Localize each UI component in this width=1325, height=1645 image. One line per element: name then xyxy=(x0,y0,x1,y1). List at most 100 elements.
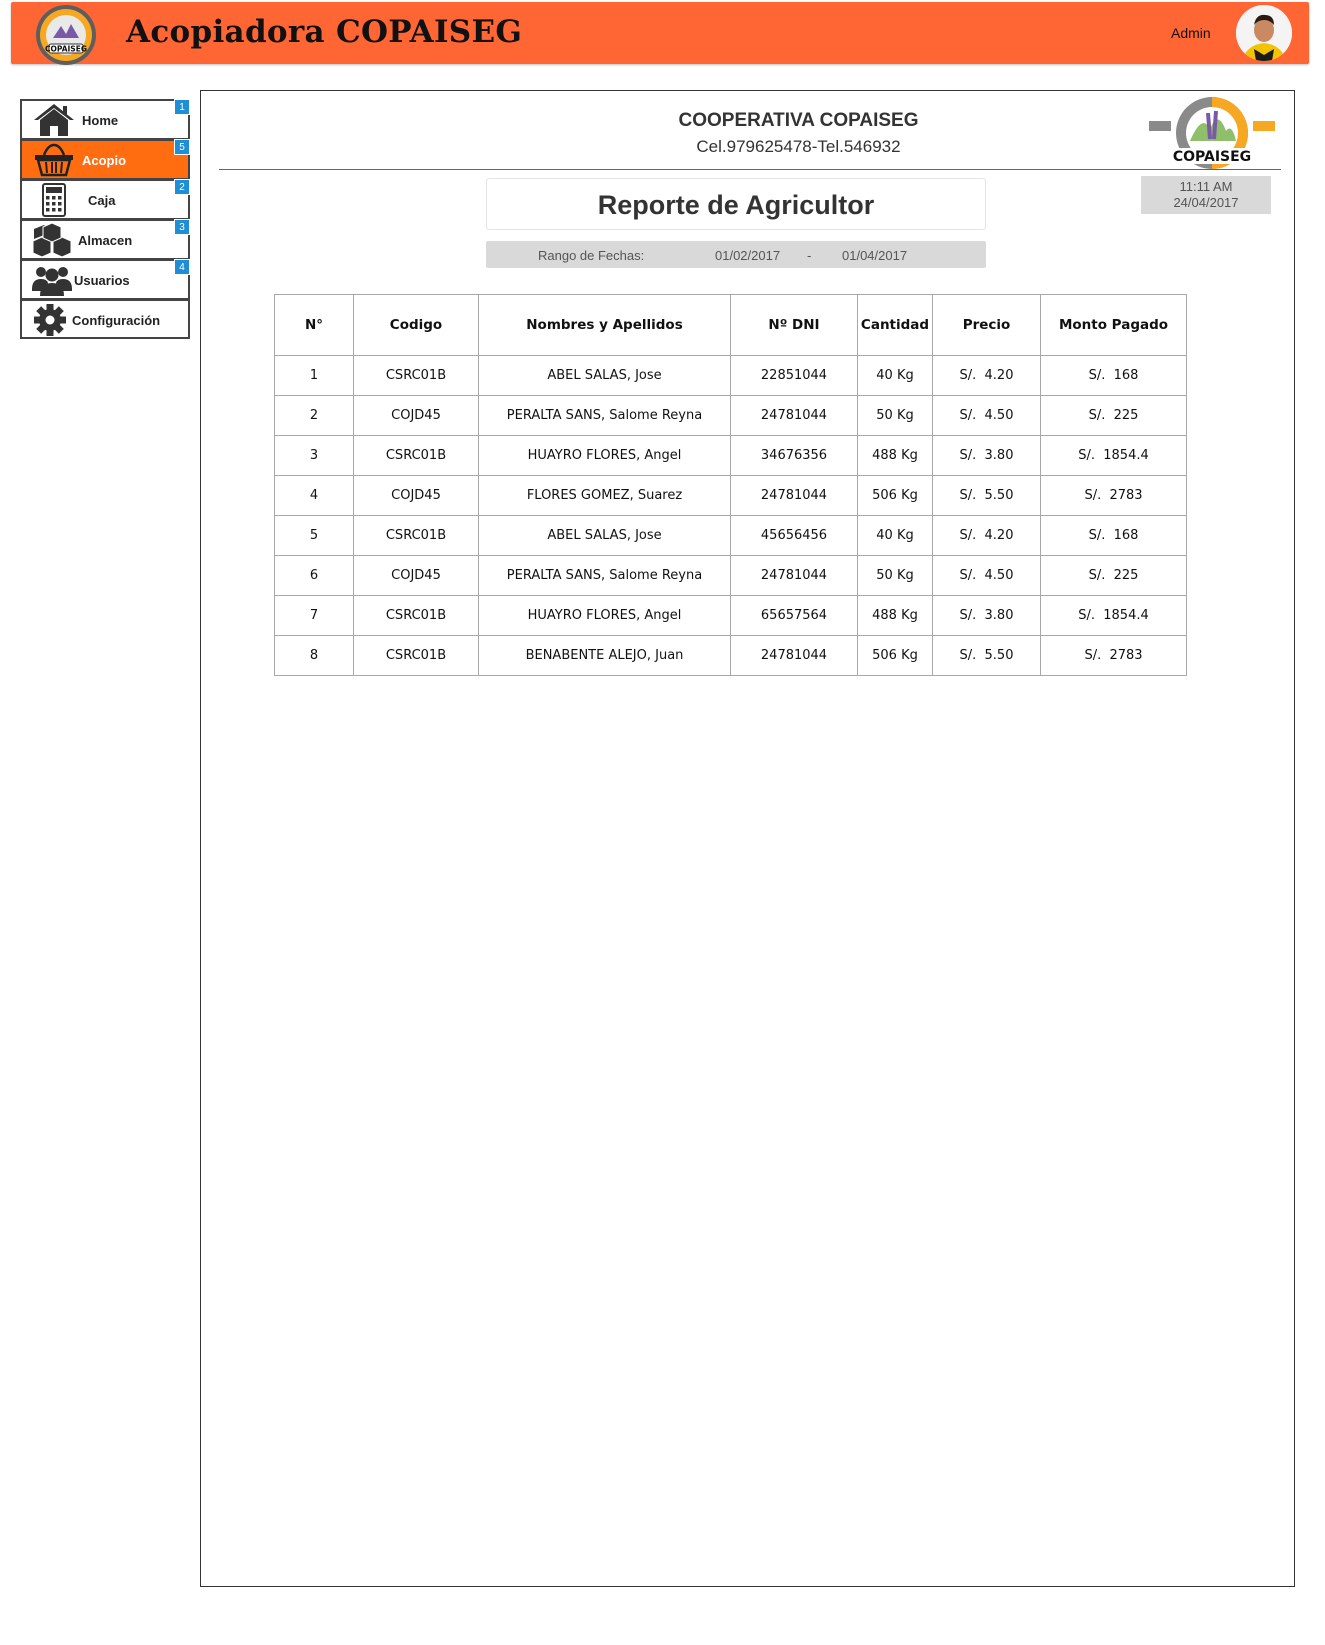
calculator-icon xyxy=(42,183,66,217)
basket-icon xyxy=(35,143,73,177)
cell-amount: S/. 1854.4 xyxy=(1040,435,1187,476)
cell-dni: 24781044 xyxy=(730,475,858,516)
sidebar-item-label: Configuración xyxy=(72,313,161,328)
cell-dni: 34676356 xyxy=(730,435,858,476)
cell-price: S/. 3.80 xyxy=(932,435,1041,476)
cell-price: S/. 4.20 xyxy=(932,355,1041,396)
cell-code: CSRC01B xyxy=(353,595,479,636)
cell-name: ABEL SALAS, Jose xyxy=(478,355,731,396)
table-header-row: N° Codigo Nombres y Apellidos Nº DNI Can… xyxy=(274,294,1187,356)
cell-number: 5 xyxy=(274,515,354,556)
cell-number: 6 xyxy=(274,555,354,596)
sidebar-item-label: Caja xyxy=(88,193,116,208)
cell-code: CSRC01B xyxy=(353,355,479,396)
header-divider xyxy=(219,169,1281,170)
cell-amount: S/. 225 xyxy=(1040,555,1187,596)
report-title: Reporte de Agricultor xyxy=(486,178,986,230)
cell-amount: S/. 1854.4 xyxy=(1040,595,1187,636)
column-header[interactable]: Codigo xyxy=(353,294,479,356)
users-icon xyxy=(32,267,72,296)
cell-quantity: 506 Kg xyxy=(857,475,933,516)
cell-dni: 65657564 xyxy=(730,595,858,636)
table-row[interactable]: 7 CSRC01B HUAYRO FLORES, Angel 65657564 … xyxy=(274,595,1187,636)
cell-code: COJD45 xyxy=(353,395,479,436)
table-row[interactable]: 5 CSRC01B ABEL SALAS, Jose 45656456 40 K… xyxy=(274,515,1187,556)
sidebar-item-label: Almacen xyxy=(78,233,133,248)
notification-badge: 5 xyxy=(174,139,190,155)
table-row[interactable]: 2 COJD45 PERALTA SANS, Salome Reyna 2478… xyxy=(274,395,1187,436)
cell-name: PERALTA SANS, Salome Reyna xyxy=(478,395,731,436)
table-row[interactable]: 8 CSRC01B BENABENTE ALEJO, Juan 24781044… xyxy=(274,635,1187,676)
sidebar-nav: Home 1 Acopio 5 Caja 2 Almacen 3 Usuario… xyxy=(20,99,190,339)
cell-quantity: 506 Kg xyxy=(857,635,933,676)
cell-dni: 24781044 xyxy=(730,555,858,596)
column-header[interactable]: Precio xyxy=(932,294,1041,356)
column-header[interactable]: N° xyxy=(274,294,354,356)
column-header[interactable]: Nº DNI xyxy=(730,294,858,356)
cooperative-phones: Cel.979625478-Tel.546932 xyxy=(201,137,1296,157)
copaiseg-logo: COPAISEG xyxy=(1149,97,1275,169)
column-header[interactable]: Cantidad xyxy=(857,294,933,356)
sidebar-item-home[interactable]: Home 1 xyxy=(20,99,190,139)
table-row[interactable]: 6 COJD45 PERALTA SANS, Salome Reyna 2478… xyxy=(274,555,1187,596)
cell-price: S/. 3.80 xyxy=(932,595,1041,636)
cell-name: HUAYRO FLORES, Angel xyxy=(478,595,731,636)
date-to[interactable]: 01/04/2017 xyxy=(842,248,907,263)
sidebar-item-label: Usuarios xyxy=(74,273,130,288)
column-header[interactable]: Monto Pagado xyxy=(1040,294,1187,356)
cell-amount: S/. 2783 xyxy=(1040,635,1187,676)
column-header[interactable]: Nombres y Apellidos xyxy=(478,294,731,356)
cell-code: CSRC01B xyxy=(353,515,479,556)
sidebar-item-label: Home xyxy=(82,113,119,128)
app-header: COPAISEG Acopiadora COPAISEG Admin xyxy=(11,2,1309,66)
date-range-bar: Rango de Fechas: 01/02/2017 - 01/04/2017 xyxy=(486,241,986,268)
farmer-report-table: N° Codigo Nombres y Apellidos Nº DNI Can… xyxy=(274,294,1187,676)
cell-quantity: 40 Kg xyxy=(857,355,933,396)
sidebar-item-acopio[interactable]: Acopio 5 xyxy=(20,139,190,179)
cell-quantity: 40 Kg xyxy=(857,515,933,556)
table-row[interactable]: 1 CSRC01B ABEL SALAS, Jose 22851044 40 K… xyxy=(274,355,1187,396)
cell-quantity: 50 Kg xyxy=(857,555,933,596)
cell-name: ABEL SALAS, Jose xyxy=(478,515,731,556)
user-name[interactable]: Admin xyxy=(1171,25,1211,41)
date-range-label: Rango de Fechas: xyxy=(538,248,645,263)
table-row[interactable]: 4 COJD45 FLORES GOMEZ, Suarez 24781044 5… xyxy=(274,475,1187,516)
cell-price: S/. 4.20 xyxy=(932,515,1041,556)
date-separator: - xyxy=(807,248,812,263)
cell-number: 4 xyxy=(274,475,354,516)
cell-price: S/. 4.50 xyxy=(932,395,1041,436)
cell-price: S/. 4.50 xyxy=(932,555,1041,596)
svg-text:COPAISEG: COPAISEG xyxy=(45,45,87,54)
table-row[interactable]: 3 CSRC01B HUAYRO FLORES, Angel 34676356 … xyxy=(274,435,1187,476)
cell-dni: 24781044 xyxy=(730,395,858,436)
cell-quantity: 488 Kg xyxy=(857,435,933,476)
notification-badge: 2 xyxy=(174,179,190,195)
avatar[interactable] xyxy=(1236,5,1292,61)
cell-amount: S/. 2783 xyxy=(1040,475,1187,516)
phone-text: Cel.979625478-Tel.546932 xyxy=(696,137,901,156)
sidebar-item-usuarios[interactable]: Usuarios 4 xyxy=(20,259,190,299)
cell-name: HUAYRO FLORES, Angel xyxy=(478,435,731,476)
svg-text:COPAISEG: COPAISEG xyxy=(1173,149,1251,165)
cell-price: S/. 5.50 xyxy=(932,475,1041,516)
cell-number: 7 xyxy=(274,595,354,636)
boxes-icon xyxy=(32,223,72,257)
cell-price: S/. 5.50 xyxy=(932,635,1041,676)
date-from[interactable]: 01/02/2017 xyxy=(715,248,780,263)
notification-badge: 4 xyxy=(174,259,190,275)
notification-badge: 3 xyxy=(174,219,190,235)
cell-quantity: 488 Kg xyxy=(857,595,933,636)
copaiseg-logo[interactable]: COPAISEG xyxy=(33,4,99,66)
datetime-box: 11:11 AM 24/04/2017 xyxy=(1141,176,1271,214)
cell-amount: S/. 168 xyxy=(1040,515,1187,556)
cell-dni: 22851044 xyxy=(730,355,858,396)
sidebar-item-label: Acopio xyxy=(82,153,127,168)
cell-dni: 45656456 xyxy=(730,515,858,556)
app-title: Acopiadora COPAISEG xyxy=(126,14,523,50)
sidebar-item-caja[interactable]: Caja 2 xyxy=(20,179,190,219)
sidebar-item-almacen[interactable]: Almacen 3 xyxy=(20,219,190,259)
cell-name: BENABENTE ALEJO, Juan xyxy=(478,635,731,676)
cell-name: FLORES GOMEZ, Suarez xyxy=(478,475,731,516)
cell-dni: 24781044 xyxy=(730,635,858,676)
sidebar-item-configuracion[interactable]: Configuración xyxy=(20,299,190,339)
